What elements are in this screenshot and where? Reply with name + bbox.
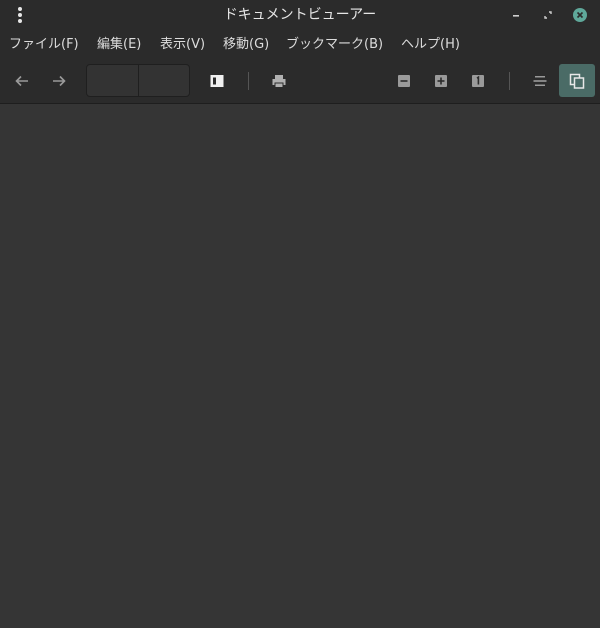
menu-bar: ファイル(F) 編集(E) 表示(V) 移動(G) ブックマーク(B) ヘルプ(… [0, 30, 600, 60]
toolbar [0, 60, 600, 104]
menu-edit[interactable]: 編集(E) [97, 30, 141, 60]
continuous-icon[interactable] [559, 64, 595, 97]
close-icon[interactable] [572, 7, 588, 23]
menu-view[interactable]: 表示(V) [160, 30, 205, 60]
page-selector [86, 64, 190, 97]
print-icon[interactable] [265, 67, 293, 95]
zoom-out-icon[interactable] [390, 67, 418, 95]
menu-go[interactable]: 移動(G) [223, 30, 269, 60]
sidebar-icon[interactable] [203, 67, 231, 95]
forward-arrow-icon[interactable] [45, 67, 73, 95]
document-view[interactable] [0, 104, 600, 628]
maximize-icon[interactable] [540, 7, 556, 23]
zoom-in-icon[interactable] [427, 67, 455, 95]
page-count [139, 65, 189, 96]
page-entry[interactable] [87, 65, 139, 96]
toolbar-separator [248, 72, 249, 90]
menu-file[interactable]: ファイル(F) [9, 30, 79, 60]
title-bar: ドキュメントビューアー [0, 0, 600, 30]
minimize-icon[interactable] [508, 7, 524, 23]
zoom-reset-icon[interactable] [464, 67, 492, 95]
toolbar-separator [509, 72, 510, 90]
back-arrow-icon[interactable] [8, 67, 36, 95]
menu-bookmarks[interactable]: ブックマーク(B) [286, 30, 383, 60]
menu-help[interactable]: ヘルプ(H) [401, 30, 460, 60]
dual-page-icon[interactable] [526, 67, 554, 95]
